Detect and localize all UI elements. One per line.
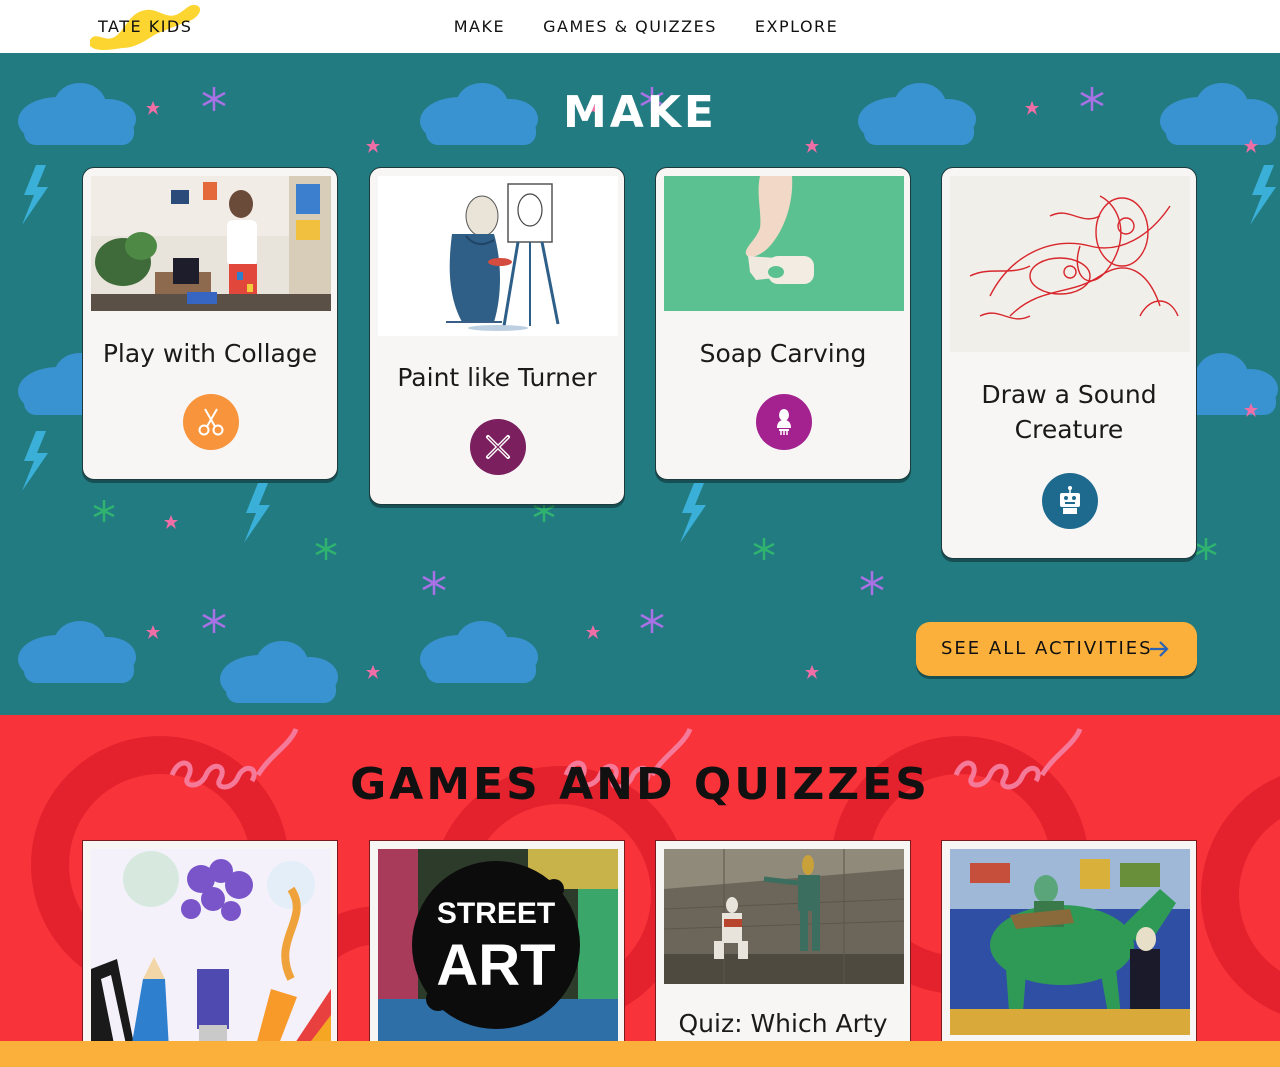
game-card-street-art[interactable]: STREET ART: [369, 840, 625, 1041]
art-supplies-thumbnail: [91, 849, 331, 1041]
card-title: Play with Collage: [102, 339, 318, 368]
green-donkey-thumbnail: [950, 849, 1190, 1035]
game-card-quiz[interactable]: Quiz: Which Arty: [655, 840, 911, 1041]
make-section: MAKE Play with Collage Paint like Turner…: [0, 53, 1280, 715]
games-section-title: GAMES AND QUIZZES: [350, 759, 930, 810]
make-card-paint-like-turner[interactable]: Paint like Turner: [369, 167, 625, 505]
badge: [756, 394, 812, 450]
street-art-graffiti: STREET ART: [378, 849, 618, 1041]
games-and-quizzes-section: GAMES AND QUIZZES STREET ART Quiz: Which…: [0, 715, 1280, 1041]
turner-drawing: [378, 176, 618, 336]
street-art-word-2: ART: [436, 933, 555, 998]
nav-link-explore[interactable]: EXPLORE: [755, 17, 838, 36]
collage-video-thumbnail: [91, 176, 331, 311]
badge: [470, 419, 526, 475]
nav-link-make[interactable]: MAKE: [454, 17, 505, 36]
arrow-right-icon: [1150, 641, 1169, 657]
make-card-draw-a-sound-creature[interactable]: Draw a Sound Creature: [941, 167, 1197, 559]
dancers-photo: [664, 849, 904, 984]
sound-creature-thumbnail: [950, 176, 1190, 352]
make-section-title: MAKE: [563, 87, 717, 138]
street-art-word-1: STREET: [437, 897, 555, 930]
dancers-thumbnail: [664, 849, 904, 984]
robot-icon: [1060, 486, 1080, 514]
card-title: Paint like Turner: [397, 363, 597, 392]
card-title-line-1: Draw a Sound: [981, 380, 1157, 409]
soap-carving-photo: [664, 176, 904, 311]
red-line-drawing: [950, 176, 1190, 352]
top-navigation: TATE KIDS MAKE GAMES & QUIZZES EXPLORE: [0, 0, 1280, 53]
badge: [1042, 473, 1098, 529]
card-title-line-2: Creature: [1014, 415, 1124, 444]
cta-label: SEE ALL ACTIVITIES: [941, 638, 1153, 659]
card-title: Draw a Sound Creature: [942, 377, 1196, 447]
badge: [183, 394, 239, 450]
main-menu: MAKE GAMES & QUIZZES EXPLORE: [0, 17, 1280, 36]
game-card-green-donkey[interactable]: [941, 840, 1197, 1041]
bust-sculpture-icon: [777, 409, 791, 435]
game-card-art-supplies[interactable]: [82, 840, 338, 1041]
green-donkey-painting: [950, 849, 1190, 1035]
soap-carving-thumbnail: [664, 176, 904, 311]
art-supplies-illustration: [91, 849, 331, 1041]
footer-strip: [0, 1041, 1280, 1067]
see-all-activities-button[interactable]: SEE ALL ACTIVITIES: [916, 622, 1197, 676]
collage-photo: [91, 176, 331, 311]
card-title: Soap Carving: [699, 339, 867, 368]
paintbrush-pencil-icon: [486, 435, 510, 459]
street-art-thumbnail: STREET ART: [378, 849, 618, 1041]
turner-illustration-thumbnail: [378, 176, 618, 336]
make-card-soap-carving[interactable]: Soap Carving: [655, 167, 911, 480]
make-card-play-with-collage[interactable]: Play with Collage: [82, 167, 338, 480]
card-title: Quiz: Which Arty: [678, 1009, 888, 1038]
scissors-icon: [198, 408, 224, 436]
nav-link-games-quizzes[interactable]: GAMES & QUIZZES: [543, 17, 717, 36]
